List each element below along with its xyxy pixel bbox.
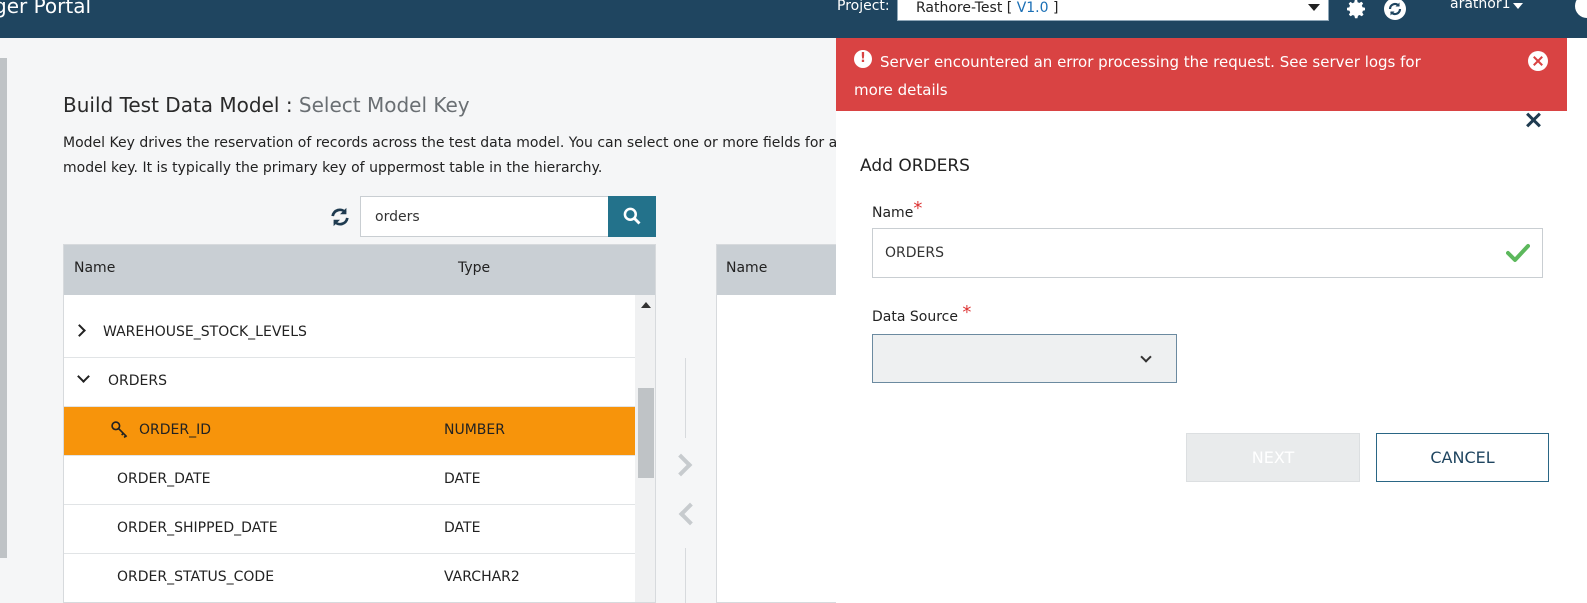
top-nav-bar: ger Portal Project: Rathore-Test [ V1.0 … <box>0 0 1587 38</box>
data-source-label: Data Source * <box>872 302 972 325</box>
table-scrollbar[interactable] <box>635 295 655 602</box>
scrollbar-thumb[interactable] <box>638 388 654 478</box>
app-title: ger Portal <box>0 0 92 18</box>
user-menu[interactable]: arathor1 <box>1450 0 1511 12</box>
column-header-name[interactable]: Name <box>726 260 767 276</box>
table-row[interactable]: ORDER_STATUS_CODE VARCHAR2 <box>64 554 635 602</box>
project-name: Rathore-Test [ <box>916 0 1017 16</box>
checkmark-icon <box>1506 244 1530 262</box>
cancel-button[interactable]: CANCEL <box>1376 433 1549 482</box>
page-subtitle: Select Model Key <box>298 93 470 117</box>
key-icon <box>111 421 128 439</box>
caret-down-icon <box>1308 4 1320 11</box>
error-message: Server encountered an error processing t… <box>854 53 1421 99</box>
column-header-name[interactable]: Name <box>74 260 115 276</box>
table-header: Name Type <box>64 245 655 295</box>
gear-icon[interactable] <box>1344 0 1368 21</box>
page-description: Model Key drives the reservation of reco… <box>63 135 838 176</box>
sync-icon[interactable] <box>1383 0 1407 21</box>
source-table: Name Type WAREHOUSE_STOCK_LEVELS ORDERS … <box>63 244 656 603</box>
table-row[interactable]: ORDERS <box>64 358 635 407</box>
chevron-down-icon[interactable] <box>77 370 90 383</box>
help-icon[interactable] <box>1575 0 1587 18</box>
scroll-up-icon[interactable] <box>641 302 651 308</box>
error-banner: ! Server encountered an error processing… <box>836 38 1567 111</box>
project-select[interactable]: Rathore-Test [ V1.0 ] <box>897 0 1329 21</box>
page-title: Build Test Data Model : Select Model Key <box>63 93 470 117</box>
page-title-separator: : <box>279 93 299 117</box>
column-header-type[interactable]: Type <box>458 260 490 276</box>
name-input[interactable] <box>872 228 1543 278</box>
table-row[interactable]: ORDER_SHIPPED_DATE DATE <box>64 505 635 554</box>
search-button[interactable] <box>608 196 656 237</box>
project-bracket: ] <box>1048 0 1059 16</box>
close-icon[interactable] <box>1524 110 1544 130</box>
table-row[interactable]: WAREHOUSE_STOCK_LEVELS <box>64 309 635 358</box>
search-icon <box>623 207 641 225</box>
name-label: Name* <box>872 198 923 221</box>
caret-down-icon <box>1513 3 1523 9</box>
page-scrollbar[interactable] <box>0 58 7 558</box>
project-version: V1.0 <box>1016 0 1049 16</box>
divider <box>685 548 686 603</box>
divider <box>685 358 686 438</box>
refresh-icon[interactable] <box>329 206 351 228</box>
table-header: Name <box>717 245 837 295</box>
table-row-selected[interactable]: ORDER_ID NUMBER <box>64 407 635 456</box>
search-input[interactable] <box>360 196 610 237</box>
required-mark: * <box>913 198 923 219</box>
chevron-right-icon[interactable] <box>73 324 86 337</box>
project-label: Project: <box>837 0 890 14</box>
page-title-main: Build Test Data Model <box>63 93 280 117</box>
table-row[interactable]: ORDER_DATE DATE <box>64 456 635 505</box>
close-icon[interactable] <box>1528 51 1548 71</box>
next-button[interactable]: NEXT <box>1186 433 1360 482</box>
panel-title: Add ORDERS <box>860 156 970 176</box>
required-mark: * <box>962 302 972 323</box>
data-source-select[interactable] <box>872 334 1177 383</box>
selected-keys-table: Name <box>716 244 837 603</box>
